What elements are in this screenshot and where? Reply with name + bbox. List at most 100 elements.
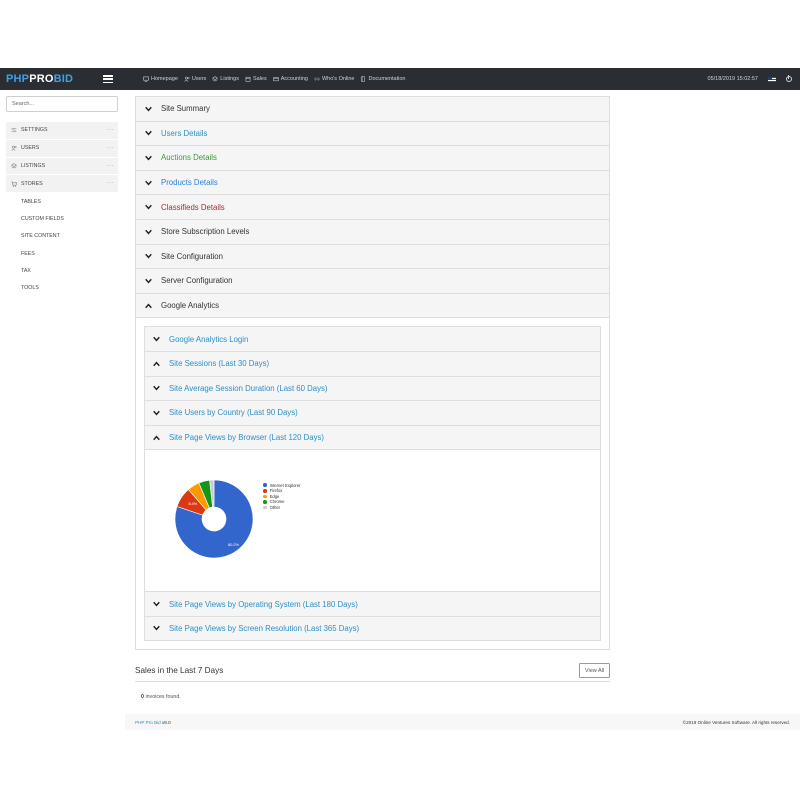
panel-google-analytics[interactable]: Google Analytics	[135, 292, 610, 318]
top-nav: Homepage Users Listings Sales Accounting…	[143, 76, 405, 82]
chevron-up-icon	[145, 302, 152, 309]
subpanel-title: Site Page Views by Operating System (Las…	[169, 599, 358, 609]
datetime: 05/18/2019 15:02:57	[707, 76, 758, 82]
main-content: Site Summary Users Details Auctions Deta…	[135, 96, 610, 650]
panel-title: Auctions Details	[161, 153, 217, 163]
sidebar-item-site-content[interactable]: SITE CONTENT	[6, 228, 118, 245]
nav-sales[interactable]: Sales	[245, 76, 267, 82]
footer-copyright: ©2019 Online Ventures Software. All righ…	[682, 719, 790, 725]
subpanel-title: Google Analytics Login	[169, 334, 249, 344]
cart-icon	[10, 180, 17, 187]
chevron-down-icon	[153, 385, 160, 392]
chevron-down-icon	[145, 130, 152, 137]
panel-site-summary[interactable]: Site Summary	[135, 96, 610, 121]
chevron-down-icon	[153, 336, 160, 343]
browser-chart-container: 80.2% 8.4% Internet Explorer Firefox Edge Ch…	[144, 449, 601, 592]
legend-dot	[263, 500, 267, 504]
search-input[interactable]	[6, 96, 118, 112]
subpanel-views-by-resolution[interactable]: Site Page Views by Screen Resolution (La…	[144, 615, 601, 641]
panel-title: Google Analytics	[161, 301, 220, 311]
nav-label: Accounting	[280, 76, 308, 82]
panel-classifieds-details[interactable]: Classifieds Details	[135, 194, 610, 219]
sidebar-item-fees[interactable]: FEES	[6, 245, 118, 262]
footer-brand-block: PHP Pro Bid v8.0	[135, 720, 171, 725]
panel-auctions-details[interactable]: Auctions Details	[135, 145, 610, 170]
panel-title: Classifieds Details	[161, 202, 225, 212]
chevron-down-icon	[145, 105, 152, 112]
panel-title: Site Configuration	[161, 251, 223, 261]
panel-title: Server Configuration	[161, 276, 233, 286]
panel-title: Users Details	[161, 128, 208, 138]
legend-label: Other	[269, 504, 281, 510]
chevron-down-icon	[145, 154, 152, 161]
subpanel-avg-session-duration[interactable]: Site Average Session Duration (Last 60 D…	[144, 375, 601, 401]
legend-item[interactable]: Other	[263, 505, 301, 511]
calendar-icon	[245, 76, 251, 82]
sidebar-menu: SETTINGS ··· USERS ··· LISTINGS ··· STOR…	[6, 122, 118, 297]
more-icon[interactable]: ···	[107, 145, 115, 151]
sidebar-item-tax[interactable]: TAX	[6, 262, 118, 279]
legend-label: Chrome	[269, 499, 285, 505]
subpanel-users-by-country[interactable]: Site Users by Country (Last 90 Days)	[144, 400, 601, 425]
chevron-down-icon	[153, 409, 160, 416]
menu-toggle-icon[interactable]	[103, 75, 113, 83]
panel-title: Products Details	[161, 178, 218, 188]
nav-label: Documentation	[368, 76, 406, 82]
panel-users-details[interactable]: Users Details	[135, 120, 610, 146]
sidebar-item-settings[interactable]: SETTINGS ···	[6, 122, 118, 140]
sidebar-item-tables[interactable]: TABLES	[6, 193, 118, 210]
invoices-empty-message: 0 invoices found.	[141, 694, 181, 700]
chevron-down-icon	[145, 204, 152, 211]
sidebar-item-tools[interactable]: TOOLS	[6, 280, 118, 297]
nav-accounting[interactable]: Accounting	[273, 76, 308, 82]
nav-users[interactable]: Users	[184, 76, 206, 82]
sidebar-item-custom-fields[interactable]: CUSTOM FIELDS	[6, 210, 118, 227]
panel-products-details[interactable]: Products Details	[135, 169, 610, 195]
chevron-down-icon	[145, 179, 152, 186]
sidebar-item-stores[interactable]: STORES ···	[6, 175, 118, 194]
signal-icon	[314, 77, 320, 81]
sidebar-item-label: USERS	[21, 145, 40, 152]
chart-legend: Internet Explorer Firefox Edge Chrome Other	[263, 482, 301, 510]
users-icon	[10, 145, 17, 152]
subpanel-views-by-browser[interactable]: Site Page Views by Browser (Last 120 Day…	[144, 424, 601, 450]
browser-donut-chart: 80.2% 8.4%	[174, 480, 254, 559]
subpanel-views-by-os[interactable]: Site Page Views by Operating System (Las…	[144, 591, 601, 616]
slice-label: 80.2%	[228, 544, 239, 548]
sidebar: SETTINGS ··· USERS ··· LISTINGS ··· STOR…	[0, 90, 125, 730]
nav-whos-online[interactable]: Who's Online	[314, 76, 354, 82]
legend-label: Internet Explorer	[269, 482, 301, 488]
more-icon[interactable]: ···	[107, 127, 115, 133]
panel-store-subscription-levels[interactable]: Store Subscription Levels	[135, 218, 610, 244]
sidebar-item-users[interactable]: USERS ···	[6, 139, 118, 158]
panel-title: Store Subscription Levels	[161, 227, 250, 237]
logo[interactable]: PHP PRO BID	[0, 73, 120, 85]
layers-icon	[212, 76, 219, 82]
top-right-tools: 05/18/2019 15:02:57	[708, 68, 792, 90]
subpanel-analytics-login[interactable]: Google Analytics Login	[144, 326, 601, 351]
legend-label: Edge	[269, 493, 280, 499]
view-all-button[interactable]: View All	[579, 663, 610, 678]
more-icon[interactable]: ···	[107, 180, 115, 186]
chevron-up-icon	[153, 360, 160, 367]
chevron-up-icon	[153, 434, 160, 441]
footer-version: v8.0	[161, 719, 171, 725]
sales-header: Sales in the Last 7 Days View All	[135, 660, 610, 682]
panel-server-configuration[interactable]: Server Configuration	[135, 268, 610, 293]
subpanel-title: Site Page Views by Screen Resolution (La…	[169, 623, 360, 633]
panel-site-configuration[interactable]: Site Configuration	[135, 243, 610, 269]
sidebar-item-label: SETTINGS	[21, 127, 48, 134]
power-icon[interactable]	[786, 75, 792, 82]
nav-listings[interactable]: Listings	[212, 76, 239, 82]
nav-label: Homepage	[151, 76, 178, 82]
legend-item[interactable]: Internet Explorer	[263, 482, 301, 488]
legend-dot	[263, 483, 267, 487]
subpanel-site-sessions[interactable]: Site Sessions (Last 30 Days)	[144, 350, 601, 376]
footer: PHP Pro Bid v8.0 ©2019 Online Ventures S…	[125, 714, 800, 730]
sidebar-item-listings[interactable]: LISTINGS ···	[6, 157, 118, 176]
footer-brand-link[interactable]: PHP Pro Bid	[135, 720, 161, 725]
more-icon[interactable]: ···	[107, 163, 115, 169]
nav-documentation[interactable]: Documentation	[360, 76, 405, 82]
nav-homepage[interactable]: Homepage	[143, 76, 178, 82]
us-flag-icon[interactable]	[768, 76, 776, 82]
